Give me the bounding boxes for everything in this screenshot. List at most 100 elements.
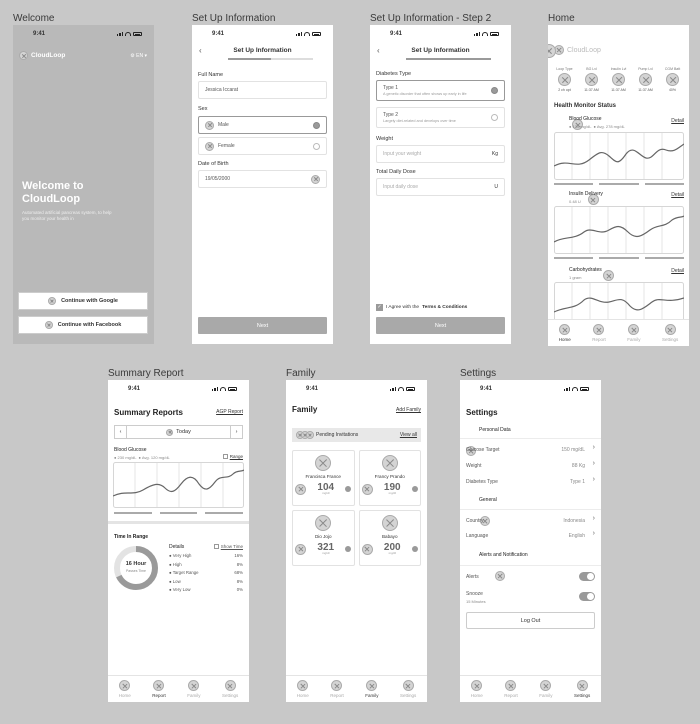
- member-name: Francisca France: [305, 474, 342, 479]
- full-name-label: Full Name: [198, 72, 224, 78]
- details-title: Details: [169, 544, 185, 550]
- tdd-input[interactable]: Input daily dose U: [376, 178, 505, 196]
- nav-item-label: Settings: [661, 337, 679, 342]
- view-all-link[interactable]: View all: [400, 432, 417, 438]
- nav-item-settings[interactable]: Settings: [400, 680, 416, 698]
- family-member-card[interactable]: Babayo 200 mg/dl: [358, 510, 421, 566]
- prev-date-icon[interactable]: ‹: [115, 426, 127, 438]
- stat-item: Insulin Lvl 11:37 AM: [606, 67, 631, 92]
- nav-item-home[interactable]: Home: [471, 680, 483, 698]
- avatar[interactable]: [548, 44, 556, 58]
- chevron-right-icon[interactable]: ›: [593, 476, 595, 483]
- diabetes-option-type1[interactable]: Type 1A genetic disorder that often show…: [376, 80, 505, 101]
- sex-option-male[interactable]: Male: [198, 116, 327, 134]
- bg-detail-link[interactable]: Detail: [671, 118, 684, 124]
- female-radio[interactable]: [313, 142, 320, 150]
- member-value: 321 mg/dl: [317, 543, 334, 555]
- insulin-sub: 0.48 U: [569, 199, 581, 204]
- snooze-toggle[interactable]: [579, 592, 595, 601]
- section-divider: [108, 521, 249, 524]
- nav-item-report[interactable]: Report: [504, 680, 518, 698]
- range-toggle[interactable]: Range: [222, 454, 243, 459]
- terms-agreement[interactable]: ✓ I Agree with the Terms & Conditions: [376, 304, 467, 311]
- settings-screen: 9:41 Settings Personal Data Glucose Targ…: [460, 380, 601, 702]
- show-time-toggle[interactable]: Show Time: [213, 544, 243, 549]
- member-reading: 200 mg/dl: [361, 543, 418, 555]
- nav-item-label: Home: [118, 693, 131, 698]
- dob-input[interactable]: 19/05/2000: [198, 170, 327, 188]
- alerts-toggle[interactable]: [579, 572, 595, 581]
- nav-item-report[interactable]: Report: [330, 680, 344, 698]
- family-member-card[interactable]: Francy Prando 190 mg/dl: [358, 450, 421, 506]
- diabetes-type-value: Type 1: [569, 479, 585, 485]
- date-value: Today: [176, 429, 191, 435]
- nav-item-family[interactable]: Family: [539, 680, 552, 698]
- continue-facebook-button[interactable]: Continue with Facebook: [18, 316, 148, 334]
- brand: CloudLoop: [19, 51, 65, 60]
- calendar-icon[interactable]: [311, 174, 320, 184]
- nav-item-settings[interactable]: Settings: [222, 680, 238, 698]
- next-button[interactable]: Next: [198, 317, 327, 334]
- chevron-right-icon[interactable]: ›: [593, 515, 595, 522]
- status-dot: [411, 546, 418, 552]
- home-icon: [297, 680, 309, 691]
- tir-row-name: ● Low: [169, 578, 181, 584]
- nav-item-report[interactable]: Report: [152, 680, 166, 698]
- nav-item-home[interactable]: Home: [119, 680, 131, 698]
- sex-label: Sex: [198, 106, 208, 112]
- continue-google-button[interactable]: Continue with Google: [18, 292, 148, 310]
- stat-value: 11:37 AM: [584, 88, 599, 92]
- sex-option-female[interactable]: Female: [198, 137, 327, 155]
- page-title: Settings: [466, 408, 498, 417]
- logo-icon: [19, 51, 28, 60]
- member-name: Francy Prando: [374, 474, 405, 479]
- chevron-right-icon[interactable]: ›: [593, 530, 595, 537]
- tir-row-name: ● Very High: [169, 553, 192, 558]
- language-selector[interactable]: ⚙ EN ▾: [130, 53, 147, 59]
- tir-row-name: ● Very Low: [169, 587, 191, 592]
- insulin-detail-link[interactable]: Detail: [671, 192, 684, 198]
- tir-row-name: ● High: [169, 561, 182, 567]
- nav-item-settings[interactable]: Settings: [574, 680, 590, 698]
- nav-item-home[interactable]: Home: [559, 324, 571, 342]
- calendar-icon: [166, 428, 174, 436]
- nav-item-family[interactable]: Family: [365, 680, 378, 698]
- tir-row: ● Very Low 0%: [169, 587, 243, 596]
- nav-item-label: Family: [539, 693, 553, 698]
- diabetes-option-type2[interactable]: Type 2 Largely diet-related and develops …: [376, 107, 505, 128]
- weight-unit: Kg: [491, 151, 498, 157]
- terms-link[interactable]: Terms & Conditions: [422, 305, 467, 310]
- welcome-description: Automated artificial pancreas system, to…: [22, 210, 112, 221]
- agp-report-link[interactable]: AGP Report: [216, 409, 243, 415]
- progress-bar: [228, 58, 313, 60]
- member-reading: 321 mg/dl: [295, 543, 352, 555]
- type1-radio[interactable]: [491, 87, 498, 94]
- nav-item-settings[interactable]: Settings: [662, 324, 678, 342]
- family-member-card[interactable]: Francisca France 104 mg/dl: [292, 450, 355, 506]
- nav-item-family[interactable]: Family: [627, 324, 640, 342]
- chevron-right-icon[interactable]: ›: [593, 460, 595, 467]
- family-screen: 9:41 Family Add Family Pending Invitatio…: [286, 380, 427, 702]
- checkbox-checked-icon[interactable]: ✓: [376, 304, 383, 311]
- nav-item-home[interactable]: Home: [297, 680, 309, 698]
- next-date-icon[interactable]: ›: [230, 426, 242, 438]
- type2-radio[interactable]: [491, 114, 498, 121]
- full-name-input[interactable]: Jessica Iccarat: [198, 81, 327, 99]
- carb-detail-link[interactable]: Detail: [671, 268, 684, 274]
- nav-item-family[interactable]: Family: [187, 680, 200, 698]
- pending-invitations-bar[interactable]: Pending Invitations View all: [292, 428, 421, 442]
- male-radio[interactable]: [313, 121, 320, 129]
- tir-row: ● Target Range 68%: [169, 570, 243, 579]
- chevron-right-icon[interactable]: ›: [593, 444, 595, 451]
- logout-button[interactable]: Log Out: [466, 612, 595, 629]
- settings-icon: [576, 680, 588, 691]
- stat-icon: [558, 73, 571, 86]
- tdd-unit: U: [494, 184, 498, 190]
- nav-item-report[interactable]: Report: [592, 324, 606, 342]
- next-button[interactable]: Next: [376, 317, 505, 334]
- weight-input[interactable]: Input your weight Kg: [376, 145, 505, 163]
- stat-value: 2 ch opt: [558, 88, 571, 92]
- add-family-link[interactable]: Add Family: [396, 407, 421, 413]
- family-member-card[interactable]: Dio Jojo 321 mg/dl: [292, 510, 355, 566]
- stat-label: Insulin Lvl: [610, 67, 627, 71]
